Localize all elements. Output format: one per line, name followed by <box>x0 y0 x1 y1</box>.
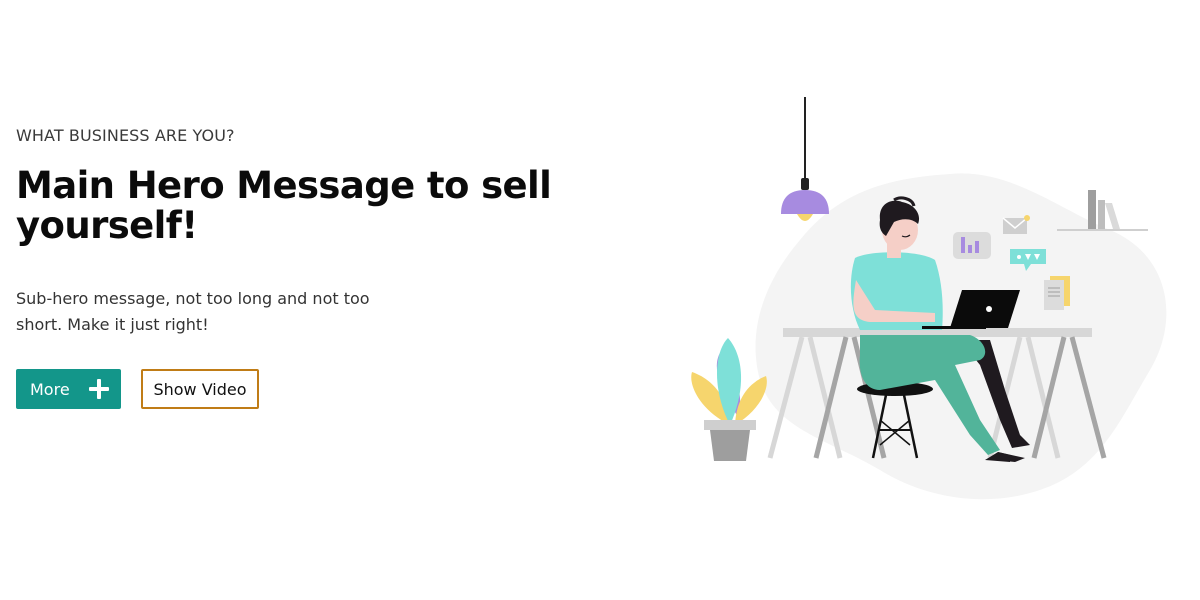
eyebrow-text: WHAT BUSINESS ARE YOU? <box>16 126 235 145</box>
hero-actions: More Show Video <box>16 369 576 409</box>
more-button[interactable]: More <box>16 369 121 409</box>
chart-bubble-icon <box>953 232 991 259</box>
page: WHAT BUSINESS ARE YOU? Main Hero Message… <box>0 0 1200 600</box>
hero-illustration <box>691 97 1167 500</box>
show-video-button[interactable]: Show Video <box>141 369 259 409</box>
sub-hero-text: Sub-hero message, not too long and not t… <box>16 289 370 334</box>
hanging-lamp-icon <box>781 97 829 221</box>
hero-headline: Main Hero Message to sell yourself! <box>16 164 552 247</box>
more-button-label: More <box>30 379 70 399</box>
plus-icon <box>89 379 109 399</box>
plant-icon <box>691 338 767 461</box>
document-icon <box>1044 276 1070 310</box>
hero-section: WHAT BUSINESS ARE YOU? Main Hero Message… <box>16 124 576 409</box>
